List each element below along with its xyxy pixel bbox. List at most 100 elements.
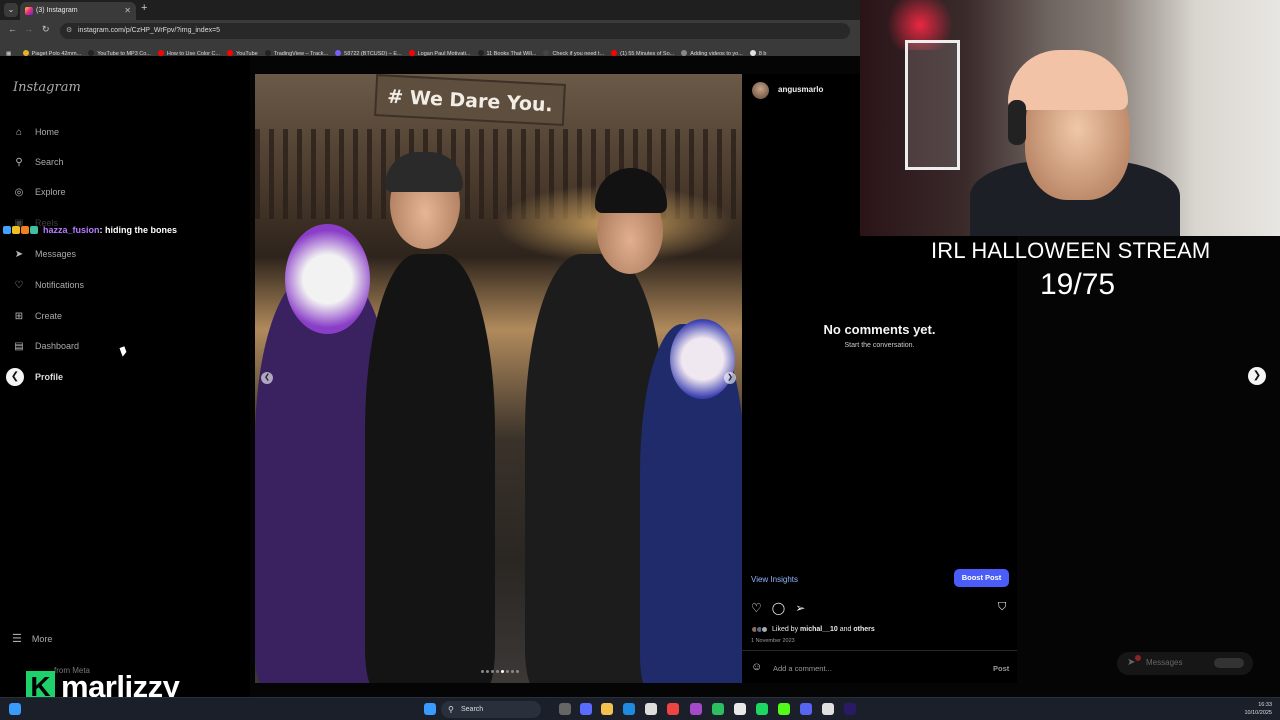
apps-grid-icon[interactable]: ▦: [6, 47, 11, 56]
tab-menu-chevron-icon[interactable]: ⌄: [4, 3, 18, 17]
sidebar-item-explore[interactable]: ◎ Explore: [12, 184, 66, 200]
sidebar-item-label: Notifications: [35, 280, 85, 290]
kick-icon[interactable]: [778, 703, 790, 715]
person-right-face: [670, 319, 735, 399]
windows-widgets-icon[interactable]: [9, 703, 21, 715]
clock-time: 16:33: [1258, 702, 1272, 708]
url-field[interactable]: ⚙ instagram.com/p/CzHP_WrFpv/?img_index=…: [60, 23, 850, 39]
system-clock[interactable]: 16:33 10/10/2025: [1244, 701, 1272, 717]
bookmark-item[interactable]: 58722 (BTCUSD) – E...: [335, 47, 402, 56]
opera-icon[interactable]: [667, 703, 679, 715]
badge-icon: [30, 226, 38, 234]
chrome-icon[interactable]: [822, 703, 834, 715]
spotify-icon[interactable]: [756, 703, 768, 715]
create-icon: ⊞: [14, 310, 24, 322]
start-conversation-text: Start the conversation.: [844, 342, 915, 349]
back-arrow-icon[interactable]: ←: [8, 24, 17, 34]
emoji-icon[interactable]: ☺: [751, 661, 762, 673]
teams-icon[interactable]: [580, 703, 592, 715]
liked-prefix: Liked by: [772, 626, 799, 633]
taskbar-search-label: Search: [461, 706, 484, 713]
post-image[interactable]: # We Dare You. ❮ ❯: [255, 74, 742, 683]
sidebar-item-label: Messages: [35, 249, 77, 259]
boost-post-button[interactable]: Boost Post: [954, 569, 1009, 587]
carousel-dot: [486, 670, 489, 673]
close-tab-icon[interactable]: ✕: [124, 2, 131, 20]
messages-icon: ➤: [14, 248, 24, 260]
bookmark-item[interactable]: YouTube to MP3 Co...: [88, 47, 151, 56]
messages-pill[interactable]: ➤ Messages: [1117, 652, 1253, 675]
sidebar-item-notifications[interactable]: ♡ Notifications: [12, 277, 85, 293]
store-icon[interactable]: [645, 703, 657, 715]
app-icon[interactable]: [690, 703, 702, 715]
avatar[interactable]: [752, 82, 769, 99]
add-comment-input[interactable]: Add a comment...: [773, 664, 832, 673]
taskbar-search[interactable]: ⚲ Search: [441, 701, 541, 718]
save-bookmark-icon[interactable]: ⛉: [998, 601, 1006, 614]
liked-others-link[interactable]: others: [853, 626, 874, 633]
new-tab-plus-icon[interactable]: +: [141, 2, 147, 14]
carousel-dot: [516, 670, 519, 673]
person-left-face: [285, 224, 370, 334]
bookmark-item[interactable]: (1) 55 Minutes of So...: [611, 47, 674, 56]
bookmark-item[interactable]: 8 b: [749, 47, 766, 56]
sidebar-item-label: Search: [35, 157, 64, 167]
sidebar-item-home[interactable]: ⌂ Home: [12, 124, 59, 140]
instagram-logo[interactable]: Instagram: [13, 80, 81, 95]
chat-badges: [3, 226, 39, 234]
bookmark-item[interactable]: How to Use Color C...: [157, 47, 220, 56]
sidebar-item-label: Home: [35, 127, 60, 137]
bookmark-item[interactable]: Adding videos to yo...: [681, 47, 743, 56]
carousel-dot: [496, 670, 499, 673]
file-explorer-icon[interactable]: [601, 703, 613, 715]
webcam-feed: [860, 0, 1280, 236]
premiere-icon[interactable]: [844, 703, 856, 715]
liked-user-link[interactable]: michal__10: [800, 626, 838, 633]
address-toolbar: ← → ↻ ⚙ instagram.com/p/CzHP_WrFpv/?img_…: [0, 20, 860, 42]
dashboard-icon: ▤: [14, 340, 24, 352]
site-info-icon[interactable]: ⚙: [66, 23, 72, 39]
like-heart-icon[interactable]: ♡: [751, 601, 762, 615]
shelf: [905, 40, 960, 170]
bookmarks-bar: ▦ Piaget Polo 42mm... YouTube to MP3 Co..…: [0, 42, 860, 56]
post-comment-button[interactable]: Post: [993, 664, 1009, 673]
carousel-next-icon[interactable]: ❯: [724, 372, 736, 384]
sidebar-item-more[interactable]: ☰ More: [12, 632, 52, 645]
forward-arrow-icon[interactable]: →: [24, 24, 33, 34]
bookmark-item[interactable]: Piaget Polo 42mm...: [22, 47, 81, 56]
sidebar-item-dashboard[interactable]: ▤ Dashboard: [12, 338, 79, 354]
liked-by-line: Liked by michal__10 and others: [751, 626, 875, 633]
share-send-icon[interactable]: ➢: [795, 601, 805, 615]
discord-icon[interactable]: [800, 703, 812, 715]
windows-start-icon[interactable]: [424, 703, 436, 715]
sidebar-item-messages[interactable]: ➤ Messages: [12, 246, 76, 262]
bookmark-item[interactable]: 11 Books That Will...: [477, 47, 536, 56]
next-post-button[interactable]: ❯: [1248, 367, 1266, 385]
instagram-favicon-icon: [25, 7, 33, 15]
browser-tab-instagram[interactable]: (3) Instagram ✕: [20, 2, 136, 20]
reload-icon[interactable]: ↻: [42, 24, 50, 35]
stream-counter: 19/75: [1040, 268, 1116, 301]
carousel-dots: [481, 670, 521, 673]
badge-icon: [3, 226, 11, 234]
task-view-icon[interactable]: [559, 703, 571, 715]
more-label: More: [31, 633, 53, 644]
previous-post-button[interactable]: ❮: [6, 368, 24, 386]
headphones: [1008, 100, 1026, 145]
comment-bubble-icon[interactable]: ◯: [772, 601, 785, 615]
bookmark-item[interactable]: YouTube: [227, 47, 258, 56]
carousel-prev-icon[interactable]: ❮: [261, 372, 273, 384]
bookmark-item[interactable]: TradingView – Track...: [264, 47, 328, 56]
bookmark-item[interactable]: Check if you need t...: [543, 47, 604, 56]
sidebar-item-create[interactable]: ⊞ Create: [12, 308, 62, 324]
chrome-icon[interactable]: [734, 703, 746, 715]
post-username[interactable]: angusmarlo: [778, 85, 823, 94]
app-icon[interactable]: [712, 703, 724, 715]
bookmark-item[interactable]: Logan Paul Motivati...: [408, 47, 471, 56]
edge-icon[interactable]: [623, 703, 635, 715]
search-icon: ⚲: [15, 156, 23, 168]
streamer-cap: [1008, 50, 1128, 110]
post-actions: ♡ ◯ ➢: [751, 601, 815, 615]
view-insights-link[interactable]: View Insights: [751, 575, 798, 584]
sidebar-item-search[interactable]: ⚲ Search: [12, 154, 64, 170]
